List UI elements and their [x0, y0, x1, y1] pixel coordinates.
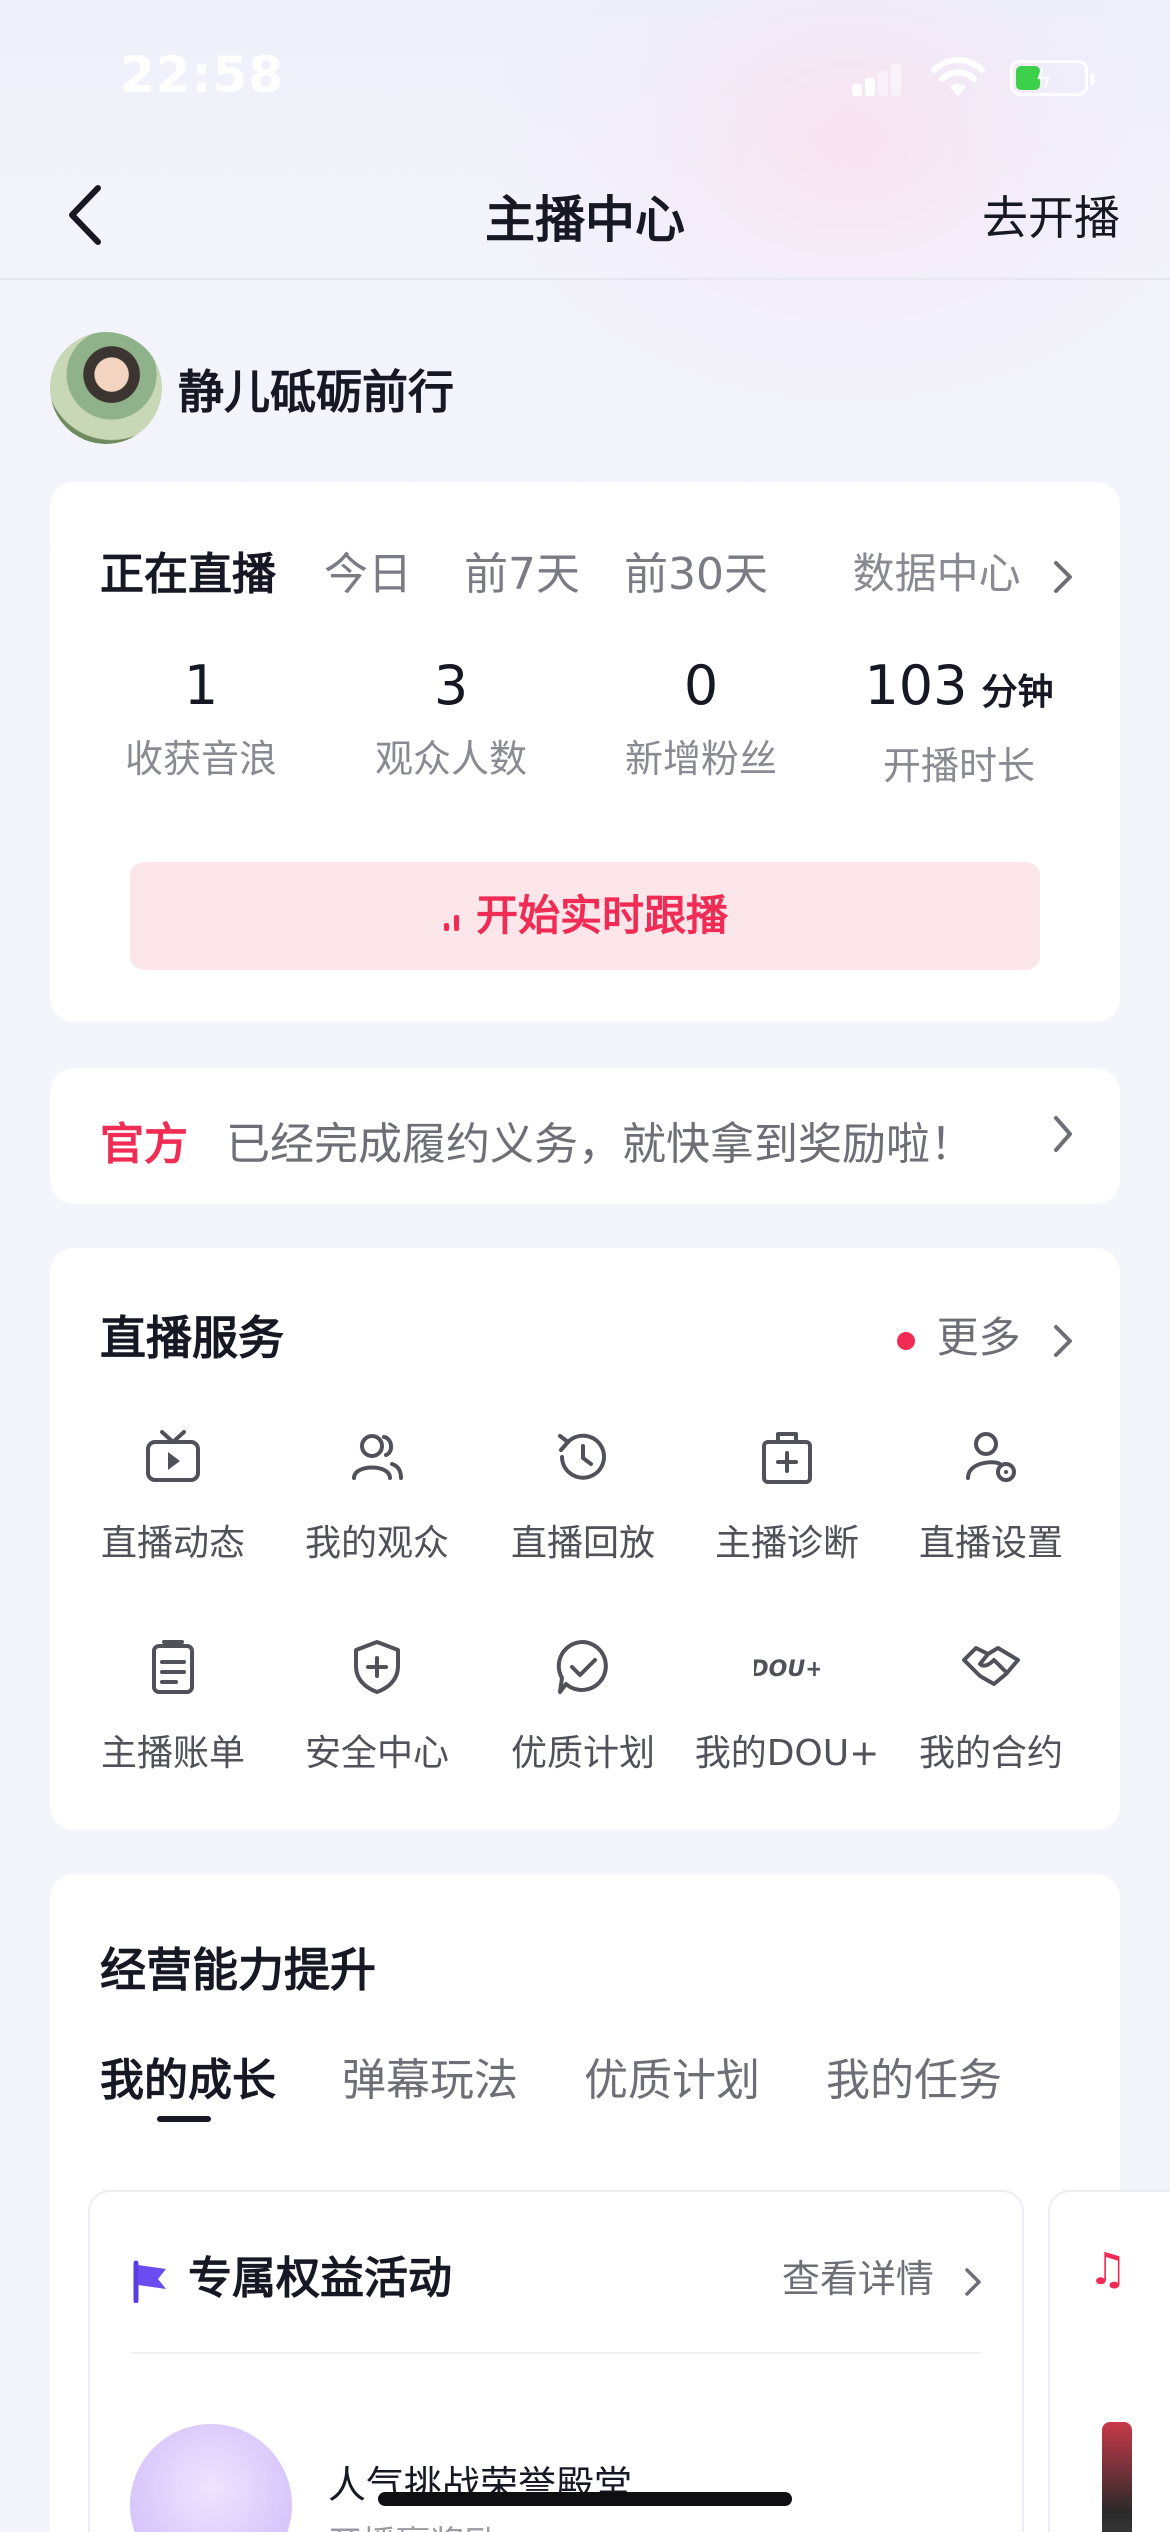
svg-text:DOU+: DOU+ [754, 1657, 820, 1682]
tab-7-days[interactable]: 前7天 [464, 538, 580, 602]
service-label: 安全中心 [304, 1733, 449, 1774]
user-name: 静儿砥砺前行 [178, 365, 454, 419]
notice-tag: 官方 [100, 1119, 188, 1170]
stat-label: 新增粉丝 [624, 737, 777, 781]
section-title: 直播服务 [100, 1311, 284, 1365]
activity-thumbnail [1102, 2422, 1132, 2532]
status-bar: 22:58 ϟ [0, 0, 1170, 150]
tab-today[interactable]: 今日 [324, 538, 412, 602]
handshake-icon [962, 1646, 1020, 1686]
stat-viewers[interactable]: 3 观众人数 [326, 654, 576, 783]
tab-danmaku-play[interactable]: 弹幕玩法 [342, 2044, 518, 2108]
tab-30-days[interactable]: 前30天 [624, 538, 768, 602]
red-dot-badge [896, 1331, 915, 1350]
service-label: 主播诊断 [714, 1523, 859, 1564]
tab-live-now[interactable]: 正在直播 [100, 538, 276, 602]
service-label: 主播账单 [100, 1733, 245, 1774]
live-services-card: 直播服务 更多 直播动态 我的观众 直播回放 主播诊断 直播设置 主播账单 安全… [50, 1248, 1120, 1830]
official-notice-banner[interactable]: 官方 已经完成履约义务，就快拿到奖励啦！ [50, 1068, 1120, 1204]
data-center-label: 数据中心 [852, 549, 1021, 598]
notice-text: 已经完成履约义务，就快拿到奖励啦！ [226, 1119, 974, 1170]
follow-button-label: 开始实时跟播 [475, 891, 728, 940]
service-label: 直播回放 [510, 1523, 655, 1564]
service-quality-plan[interactable]: 优质计划 [480, 1634, 686, 1776]
service-my-audience[interactable]: 我的观众 [274, 1424, 480, 1566]
stat-value: 103 [864, 654, 968, 717]
live-bars-icon [442, 907, 462, 931]
stat-value: 1 [183, 654, 219, 717]
service-label: 我的观众 [304, 1523, 449, 1564]
service-label: 直播动态 [100, 1523, 245, 1564]
view-details-label: 查看详情 [781, 2257, 934, 2301]
check-chat-icon [556, 1639, 608, 1694]
service-live-feed[interactable]: 直播动态 [70, 1424, 276, 1566]
tab-quality-plan[interactable]: 优质计划 [584, 2044, 760, 2108]
user-settings-icon [966, 1432, 1016, 1482]
service-security-center[interactable]: 安全中心 [274, 1634, 480, 1776]
growth-tabs: 我的成长 弹幕玩法 优质计划 我的任务 [100, 2044, 1100, 2124]
divider [130, 2352, 982, 2354]
avatar[interactable] [50, 332, 162, 444]
view-details-link[interactable]: 查看详情 [782, 2248, 982, 2303]
service-my-dou-plus[interactable]: DOU+ 我的DOU+ [684, 1634, 890, 1776]
dou-plus-icon: DOU+ [750, 1657, 823, 1682]
home-indicator [378, 2492, 792, 2506]
service-live-settings[interactable]: 直播设置 [888, 1424, 1094, 1566]
go-live-button[interactable]: 去开播 [982, 182, 1120, 248]
more-label: 更多 [936, 1313, 1021, 1362]
next-benefit-card-peek[interactable]: ♫ [1048, 2190, 1170, 2532]
exclusive-benefits-card[interactable]: 专属权益活动 查看详情 人气挑战荣誉殿堂 开播赢奖励 [88, 2190, 1024, 2532]
service-label: 我的合约 [918, 1733, 1063, 1774]
data-center-link[interactable]: 数据中心 [853, 540, 1074, 601]
more-link[interactable]: 更多 [896, 1304, 1074, 1365]
service-host-bill[interactable]: 主播账单 [70, 1634, 276, 1776]
cellular-signal-icon [852, 64, 902, 96]
stat-live-duration[interactable]: 103 分钟 开播时长 [834, 654, 1084, 790]
battery-icon: ϟ [1010, 60, 1095, 96]
tab-my-tasks[interactable]: 我的任务 [826, 2044, 1002, 2108]
medical-kit-icon [762, 1432, 812, 1484]
music-note-icon: ♫ [1088, 2244, 1128, 2295]
business-growth-card: 经营能力提升 我的成长 弹幕玩法 优质计划 我的任务 专属权益活动 查看详情 人… [50, 1874, 1120, 2532]
service-label: 我的DOU+ [694, 1733, 880, 1774]
chevron-right-icon [1054, 1116, 1072, 1152]
stat-unit: 分钟 [981, 672, 1054, 713]
stat-label: 收获音浪 [124, 737, 277, 781]
stat-sound-waves[interactable]: 1 收获音浪 [76, 654, 326, 783]
start-live-follow-button[interactable]: 开始实时跟播 [130, 862, 1040, 970]
service-label: 优质计划 [510, 1733, 655, 1774]
service-live-replay[interactable]: 直播回放 [480, 1424, 686, 1566]
wifi-icon [931, 57, 985, 96]
tab-my-growth[interactable]: 我的成长 [100, 2044, 276, 2108]
section-title: 经营能力提升 [100, 1943, 376, 1997]
nav-bar: 主播中心 去开播 [0, 150, 1170, 280]
benefits-title: 专属权益活动 [188, 2253, 452, 2304]
users-icon [352, 1434, 403, 1480]
shield-plus-icon [354, 1640, 400, 1694]
chevron-right-icon [1054, 560, 1072, 593]
tv-play-icon [146, 1430, 200, 1482]
chevron-right-icon [965, 2267, 981, 2296]
flag-icon [133, 2260, 166, 2303]
active-tab-indicator [157, 2116, 211, 2122]
service-my-contract[interactable]: 我的合约 [888, 1634, 1094, 1776]
stat-label: 观众人数 [374, 737, 527, 781]
stat-value: 3 [433, 654, 469, 717]
activity-subtitle: 开播赢奖励 [328, 2516, 498, 2532]
history-clock-icon [558, 1433, 606, 1480]
clipboard-icon [152, 1640, 194, 1694]
live-stats-card: 正在直播 今日 前7天 前30天 数据中心 1 收获音浪 3 观众人数 0 新增… [50, 482, 1120, 1022]
gift-box-icon [130, 2424, 292, 2532]
status-time: 22:58 [120, 46, 285, 104]
benefits-header: 专属权益活动 [130, 2242, 452, 2306]
chevron-right-icon [1054, 1324, 1072, 1357]
stat-new-followers[interactable]: 0 新增粉丝 [576, 654, 826, 783]
stat-value: 0 [683, 654, 719, 717]
service-host-diagnosis[interactable]: 主播诊断 [684, 1424, 890, 1566]
stat-label: 开播时长 [882, 744, 1035, 788]
service-label: 直播设置 [918, 1523, 1063, 1564]
